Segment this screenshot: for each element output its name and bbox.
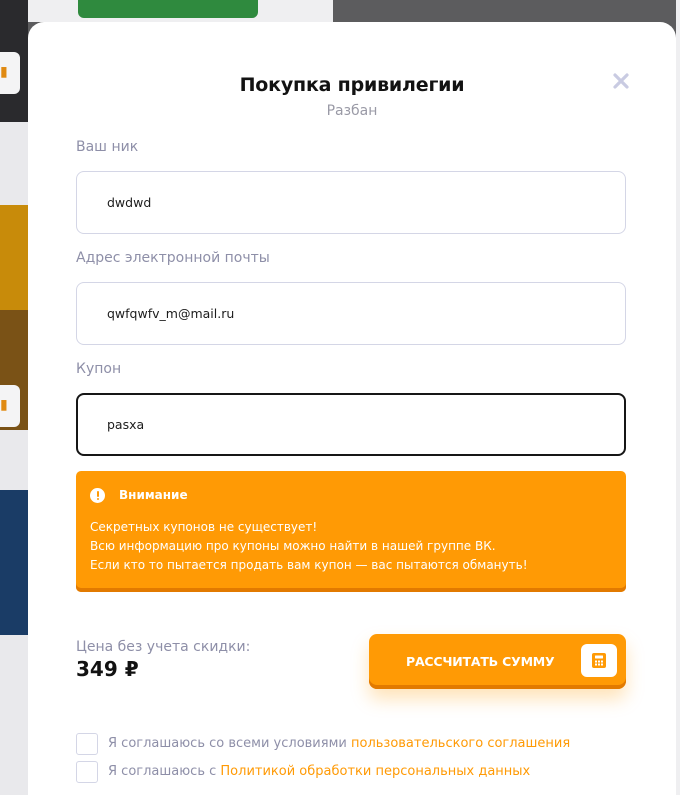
alert-text-line: Секретных купонов не существует!	[90, 520, 318, 534]
email-input[interactable]	[76, 282, 626, 345]
terms-prefix: Я соглашаюсь со всеми условиями	[108, 736, 351, 751]
close-icon	[613, 73, 629, 89]
calculate-sum-button[interactable]: РАССЧИТАТЬ СУММУ	[369, 634, 626, 689]
nick-input[interactable]	[76, 171, 626, 234]
close-button[interactable]	[610, 70, 632, 92]
email-label: Адрес электронной почты	[76, 250, 270, 266]
user-agreement-link[interactable]: пользовательского соглашения	[351, 736, 570, 751]
price-label: Цена без учета скидки:	[76, 639, 251, 655]
calculator-icon-box	[581, 644, 617, 677]
background-product-card	[78, 0, 258, 18]
coupon-label: Купон	[76, 361, 122, 377]
terms-checkbox[interactable]	[76, 733, 98, 755]
privacy-agreement-text: Я соглашаюсь с Политикой обработки персо…	[108, 764, 530, 779]
background-page-right	[676, 0, 680, 795]
background-chip: ▮	[0, 52, 20, 94]
price-value: 349 ₽	[76, 657, 139, 681]
terms-agreement-text: Я соглашаюсь со всеми условиями пользова…	[108, 736, 570, 751]
background-card	[0, 490, 28, 635]
alert-title: Внимание	[119, 488, 188, 502]
privacy-policy-link[interactable]: Политикой обработки персональных данных	[220, 764, 530, 779]
alert-text-line: Если кто то пытается продать вам купон —…	[90, 558, 528, 572]
modal-title: Покупка привилегии	[239, 74, 465, 96]
coupon-input[interactable]	[76, 393, 626, 456]
background-card	[0, 205, 28, 310]
privacy-checkbox[interactable]	[76, 761, 98, 783]
calculator-icon	[592, 653, 606, 668]
warning-icon	[90, 488, 105, 503]
calculate-sum-label: РАССЧИТАТЬ СУММУ	[406, 654, 555, 669]
coupon-warning-alert: Внимание Секретных купонов не существует…	[76, 471, 626, 592]
nick-label: Ваш ник	[76, 139, 139, 155]
purchase-modal: Покупка привилегии Разбан Ваш ник Адрес …	[28, 22, 676, 795]
modal-subtitle: Разбан	[326, 103, 378, 119]
background-chip: ▮	[0, 385, 20, 427]
alert-text-line: Всю информацию про купоны можно найти в …	[90, 539, 496, 553]
privacy-prefix: Я соглашаюсь с	[108, 764, 221, 779]
